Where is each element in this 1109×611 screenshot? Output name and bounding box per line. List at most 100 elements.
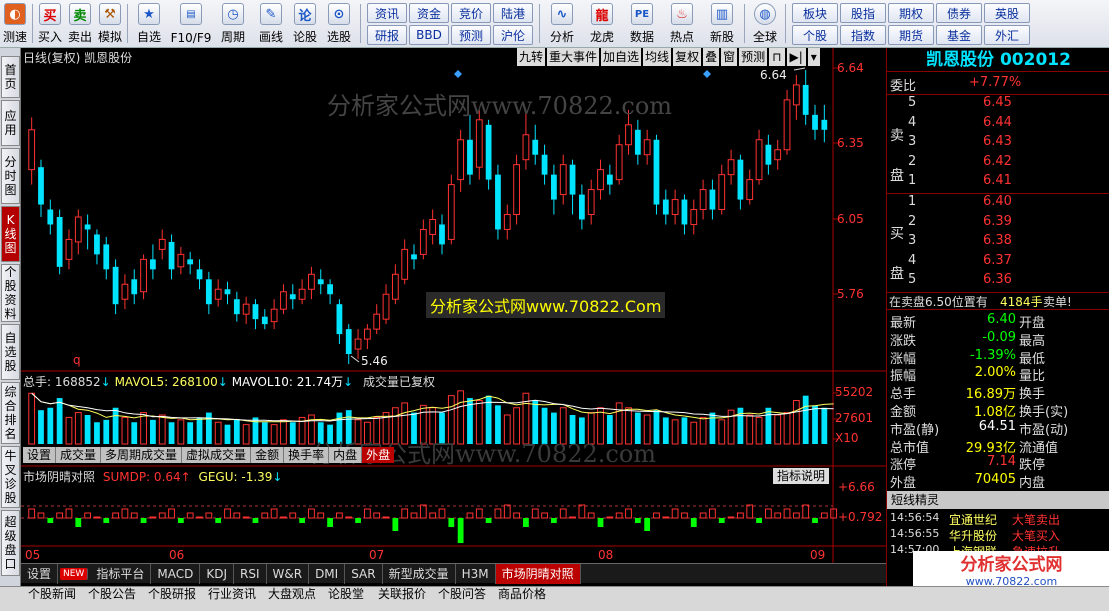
tab-stock-profile[interactable]: 个股资料 bbox=[1, 264, 20, 322]
ask-row[interactable]: 5 6.45 bbox=[887, 95, 1109, 114]
speed-test-button[interactable]: ◐ 测速 bbox=[0, 0, 30, 47]
tab-kline[interactable]: K线图 bbox=[1, 206, 20, 262]
tab-apps[interactable]: 应用 bbox=[1, 100, 20, 146]
sector-button[interactable]: 板块 bbox=[792, 3, 838, 23]
bottom-link-announcements[interactable]: 个股公告 bbox=[88, 587, 136, 611]
bottom-link-forum[interactable]: 论股堂 bbox=[328, 587, 364, 611]
indicator-tab-kdj[interactable]: KDJ bbox=[200, 563, 234, 584]
global-button[interactable]: ◍ 全球 bbox=[747, 0, 783, 47]
candle-body-down bbox=[737, 159, 744, 200]
volume-tab-amount[interactable]: 金额 bbox=[251, 447, 285, 463]
bid-row[interactable]: 3 6.38 bbox=[887, 233, 1109, 252]
overlay-button[interactable]: 叠 bbox=[703, 48, 720, 66]
indicator-tab-dmi[interactable]: DMI bbox=[309, 563, 346, 584]
volume-tab-multi-period[interactable]: 多周期成交量 bbox=[101, 447, 183, 463]
indicator-tab-rsi[interactable]: RSI bbox=[234, 563, 267, 584]
short-line-item[interactable]: 14:56:54 宜通世纪 大笔卖出 bbox=[887, 511, 1109, 527]
hk-connect-button[interactable]: 陆港 bbox=[493, 3, 533, 23]
watchlist-button[interactable]: ★ 自选 bbox=[130, 0, 168, 47]
window-button[interactable]: 窗 bbox=[721, 48, 738, 66]
auction-button[interactable]: 竞价 bbox=[451, 3, 491, 23]
tab-rankings[interactable]: 综合排名 bbox=[1, 382, 20, 444]
tab-diagnosis[interactable]: 牛叉诊股 bbox=[1, 446, 20, 508]
indicator-tab-wr[interactable]: W&R bbox=[267, 563, 310, 584]
analysis-button[interactable]: ∿ 分析 bbox=[542, 0, 582, 47]
indices-button[interactable]: 指数 bbox=[840, 25, 886, 45]
new-stock-button[interactable]: ▥ 新股 bbox=[702, 0, 742, 47]
order-notice[interactable]: 在卖盘6.50位置有 4184手 卖单! bbox=[887, 292, 1109, 310]
sell-button[interactable]: 卖卖出 bbox=[65, 0, 95, 47]
tab-intraday[interactable]: 分时图 bbox=[1, 148, 20, 204]
forex-button[interactable]: 外汇 bbox=[984, 25, 1030, 45]
major-events-button[interactable]: 重大事件 bbox=[547, 48, 600, 66]
options-button[interactable]: 期权 bbox=[888, 3, 934, 23]
indicator-tab-sar[interactable]: SAR bbox=[345, 563, 383, 584]
volume-tab-settings[interactable]: 设置 bbox=[23, 447, 57, 463]
individual-stocks-button[interactable]: 个股 bbox=[792, 25, 838, 45]
futures-button[interactable]: 期货 bbox=[888, 25, 934, 45]
bid-row[interactable]: 4 6.37 bbox=[887, 253, 1109, 272]
indicator-tab-platform[interactable]: 指标平台 bbox=[90, 563, 152, 584]
simulate-button[interactable]: ⚒ 模拟 bbox=[95, 0, 125, 47]
dragon-tiger-button[interactable]: 龍龙虎 bbox=[582, 0, 622, 47]
add-watchlist-button[interactable]: 加自选 bbox=[601, 48, 642, 66]
moving-average-button[interactable]: 均线 bbox=[643, 48, 672, 66]
bbd-button[interactable]: BBD bbox=[409, 25, 449, 45]
bottom-link-qa[interactable]: 个股问答 bbox=[438, 587, 486, 611]
lock-icon[interactable]: ⊓ bbox=[769, 48, 785, 66]
tab-super-order-book[interactable]: 超级盘口 bbox=[1, 510, 20, 576]
f10-button[interactable]: ▤ F10/F9 bbox=[168, 0, 214, 47]
shanghai-london-button[interactable]: 沪伦 bbox=[493, 25, 533, 45]
bottom-link-research[interactable]: 个股研报 bbox=[148, 587, 196, 611]
bonds-button[interactable]: 债券 bbox=[936, 3, 982, 23]
arrow-right-end-icon[interactable]: ▶| bbox=[786, 48, 806, 66]
uk-stocks-button[interactable]: 英股 bbox=[984, 3, 1030, 23]
funds-market-button[interactable]: 基金 bbox=[936, 25, 982, 45]
indicator-tab-new-volume[interactable]: 新型成交量 bbox=[383, 563, 456, 584]
kline-chart-area[interactable]: 日线(复权) 凯恩股份 九转 重大事件 加自选 均线 复权 叠 窗 预测 ⊓ ▶… bbox=[21, 48, 886, 563]
data-button[interactable]: PE 数据 bbox=[622, 0, 662, 47]
ask-row[interactable]: 3 6.43 bbox=[887, 134, 1109, 153]
short-line-title[interactable]: 短线精灵 bbox=[887, 491, 1109, 509]
news-button[interactable]: 资讯 bbox=[367, 3, 407, 23]
hot-button[interactable]: ♨ 热点 bbox=[662, 0, 702, 47]
period-button[interactable]: ◷ 周期 bbox=[214, 0, 252, 47]
index-futures-button[interactable]: 股指 bbox=[840, 3, 886, 23]
bid-row[interactable]: 2 6.39 bbox=[887, 214, 1109, 233]
volume-bar-up bbox=[774, 414, 782, 445]
forecast-chart-button[interactable]: 预测 bbox=[739, 48, 768, 66]
nine-turn-button[interactable]: 九转 bbox=[517, 48, 546, 66]
bottom-link-industry[interactable]: 行业资讯 bbox=[208, 587, 256, 611]
research-button[interactable]: 研报 bbox=[367, 25, 407, 45]
tab-watchlist[interactable]: 自选股 bbox=[1, 324, 20, 380]
indicator-tab-h3m[interactable]: H3M bbox=[456, 563, 496, 584]
tab-home[interactable]: 首页 bbox=[1, 56, 20, 98]
ask-row[interactable]: 2 6.42 bbox=[887, 154, 1109, 173]
bid-row[interactable]: 5 6.36 bbox=[887, 272, 1109, 291]
volume-tab-virtual[interactable]: 虚拟成交量 bbox=[182, 447, 252, 463]
volume-tab-inner[interactable]: 内盘 bbox=[329, 447, 363, 463]
volume-tab-volume[interactable]: 成交量 bbox=[56, 447, 102, 463]
bottom-link-related-quotes[interactable]: 关联报价 bbox=[378, 587, 426, 611]
indicator-tab-market-sentiment[interactable]: 市场阴晴对照 bbox=[495, 563, 581, 584]
indicator-tab-settings[interactable]: 设置 bbox=[21, 563, 59, 584]
chevron-down-icon[interactable]: ▾ bbox=[807, 48, 820, 66]
adjust-price-button[interactable]: 复权 bbox=[673, 48, 702, 66]
indicator-help-button[interactable]: 指标说明 bbox=[773, 468, 830, 484]
bid-row[interactable]: 1 6.40 bbox=[887, 194, 1109, 213]
bottom-link-market-view[interactable]: 大盘观点 bbox=[268, 587, 316, 611]
forecast-button[interactable]: 预测 bbox=[451, 25, 491, 45]
screen-stock-button[interactable]: ⊙ 选股 bbox=[320, 0, 358, 47]
ask-row[interactable]: 1 6.41 bbox=[887, 173, 1109, 192]
volume-tab-turnover[interactable]: 换手率 bbox=[284, 447, 330, 463]
indicator-tab-macd[interactable]: MACD bbox=[151, 563, 201, 584]
bottom-link-commodity[interactable]: 商品价格 bbox=[498, 587, 546, 611]
buy-button[interactable]: 买买入 bbox=[35, 0, 65, 47]
draw-line-button[interactable]: ✎ 画线 bbox=[252, 0, 290, 47]
bottom-link-news[interactable]: 个股新闻 bbox=[28, 587, 76, 611]
short-line-item[interactable]: 14:56:55 华升股份 大笔买入 bbox=[887, 527, 1109, 543]
ask-row[interactable]: 4 6.44 bbox=[887, 115, 1109, 134]
funds-button[interactable]: 资金 bbox=[409, 3, 449, 23]
discuss-button[interactable]: 论论股 bbox=[290, 0, 320, 47]
volume-tab-outer[interactable]: 外盘 bbox=[362, 447, 395, 463]
